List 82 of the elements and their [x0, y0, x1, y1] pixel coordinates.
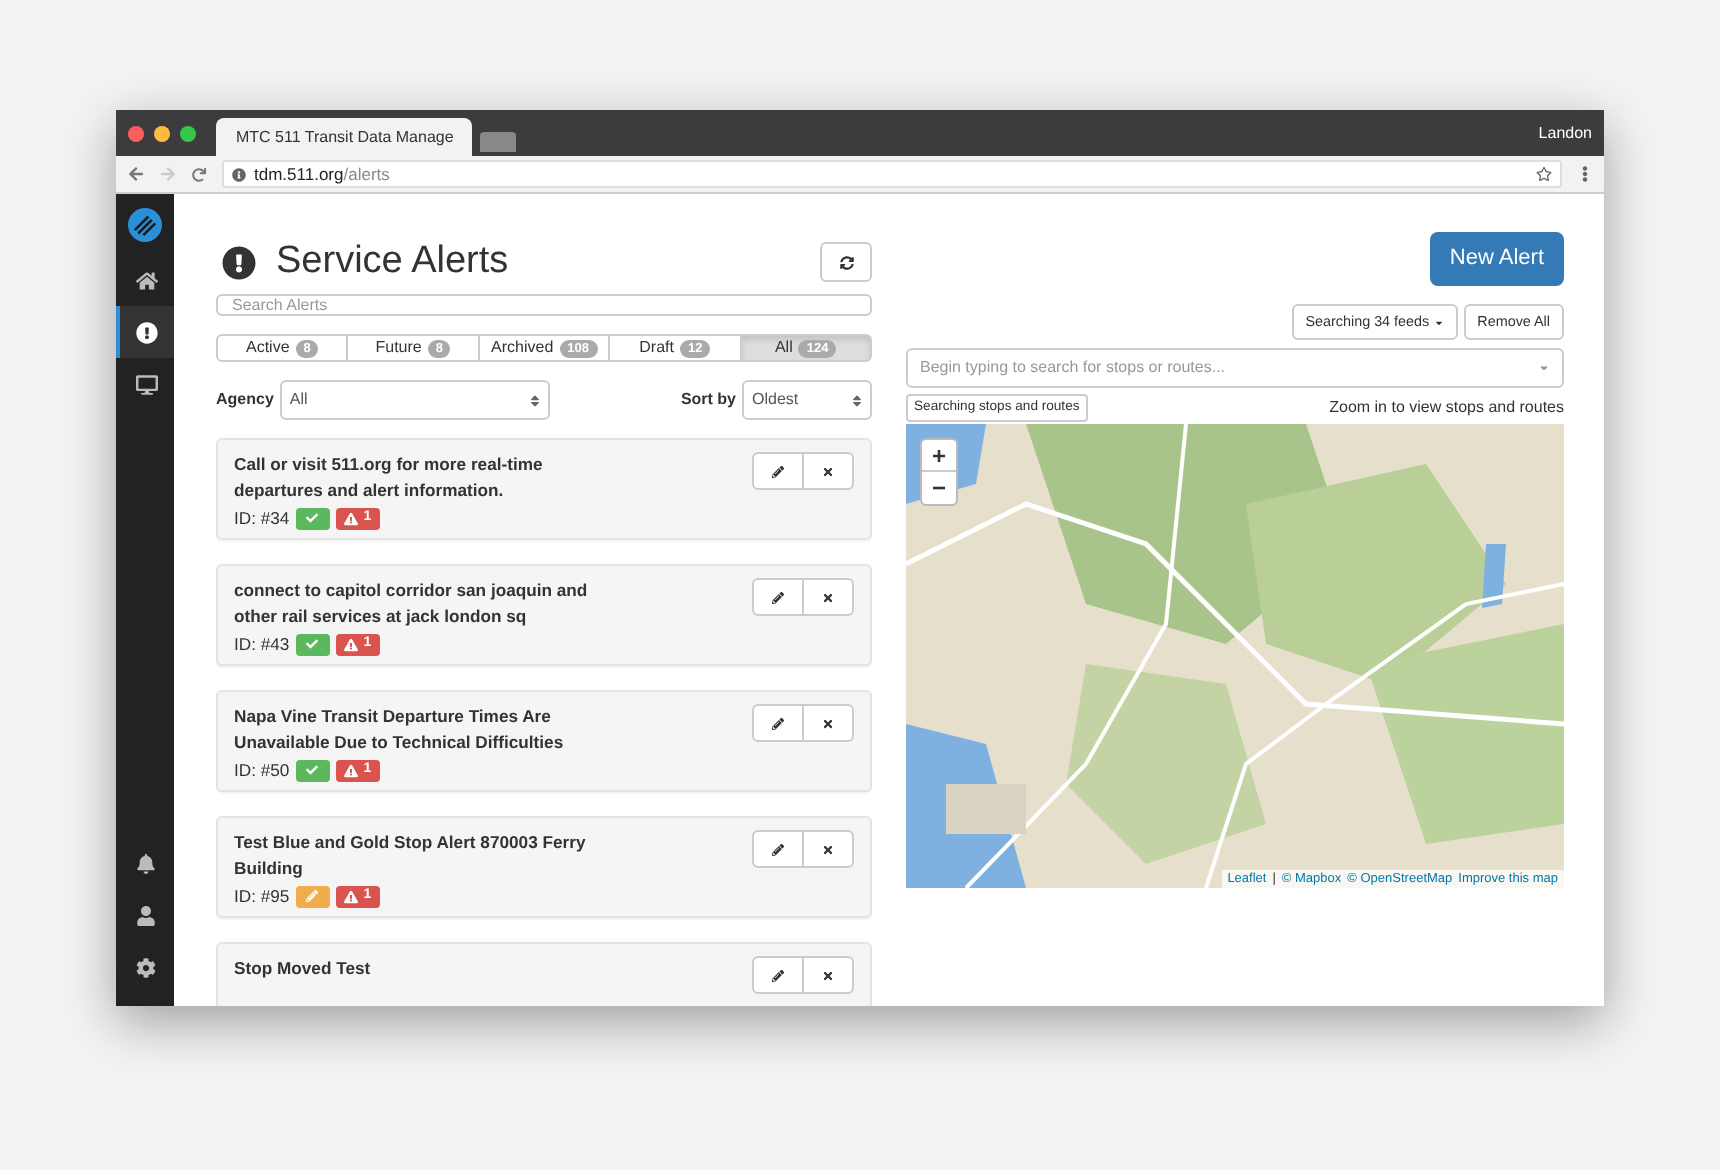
alert-id: ID: #95	[234, 884, 290, 910]
close-icon	[822, 717, 834, 729]
user-icon	[135, 906, 155, 926]
select-value: All	[289, 388, 308, 412]
new-alert-button[interactable]: New Alert	[1429, 232, 1564, 286]
tab-label: Future	[375, 336, 422, 360]
pencil-icon	[772, 843, 784, 855]
zoom-hint: Zoom in to view stops and routes	[1329, 395, 1564, 419]
alert-card[interactable]: Stop Moved Test	[216, 942, 872, 1006]
pencil-icon	[772, 591, 784, 603]
warning-icon	[343, 889, 358, 904]
refresh-icon	[839, 255, 853, 269]
edit-button[interactable]	[752, 578, 804, 616]
pencil-icon	[772, 465, 784, 477]
alert-title: connect to capitol corridor san joaquin and other rail services at jack london sq	[234, 578, 590, 630]
tab-title: MTC 511 Transit Data Manage	[236, 125, 454, 149]
check-icon	[306, 638, 319, 651]
alert-icon	[136, 321, 158, 343]
alert-title: Test Blue and Gold Stop Alert 870003 Ferry Building	[234, 830, 588, 882]
pencil-icon	[772, 717, 784, 729]
delete-button[interactable]	[802, 578, 854, 616]
delete-button[interactable]	[802, 704, 854, 742]
url-text: tdm.511.org/alerts	[254, 161, 390, 187]
delete-button[interactable]	[802, 830, 854, 868]
edit-button[interactable]	[752, 956, 804, 994]
address-bar[interactable]: tdm.511.org/alerts	[222, 160, 1562, 188]
monitor-icon	[136, 373, 158, 395]
back-icon[interactable]	[128, 166, 144, 182]
refresh-button[interactable]	[820, 242, 872, 282]
search-field[interactable]: Search Alerts	[216, 294, 872, 316]
alert-id: ID: #34	[234, 506, 290, 532]
delete-button[interactable]	[802, 452, 854, 490]
delete-button[interactable]	[802, 956, 854, 994]
select-value: Oldest	[752, 388, 799, 412]
alert-id: ID: #43	[234, 632, 290, 658]
bell-icon	[135, 854, 155, 874]
alert-icon	[222, 245, 256, 279]
warning-icon	[343, 511, 358, 526]
pencil-icon	[772, 969, 784, 981]
star-icon[interactable]	[1536, 166, 1552, 182]
tab-label: All	[774, 336, 793, 360]
sort-label: Sort by	[680, 388, 736, 412]
alert-title: Stop Moved Test	[234, 956, 373, 982]
close-icon	[822, 465, 834, 477]
tab-label: Archived	[491, 336, 554, 360]
browser-tab[interactable]: MTC 511 Transit Data Manage	[216, 118, 472, 156]
settings-icon	[135, 958, 155, 978]
check-icon	[306, 512, 319, 525]
edit-button[interactable]	[752, 704, 804, 742]
zoom-out-button[interactable]: −	[922, 472, 956, 504]
select-arrows-icon	[529, 393, 540, 407]
agency-label: Agency	[216, 388, 274, 412]
select-arrows-icon	[852, 393, 862, 407]
stop-search-field[interactable]: Begin typing to search for stops or routes...	[906, 348, 1564, 388]
info-icon	[232, 167, 246, 181]
tab-label: Draft	[639, 336, 674, 360]
logo-icon	[128, 207, 162, 241]
check-icon	[306, 764, 319, 777]
caret-icon	[1538, 362, 1550, 374]
sidebar-item[interactable]	[116, 306, 174, 358]
close-icon	[822, 969, 834, 981]
agency-select[interactable]: All	[279, 380, 550, 420]
menu-icon[interactable]	[1578, 166, 1592, 182]
sort-select[interactable]: Oldest	[742, 380, 872, 420]
page-title: Service Alerts	[276, 237, 509, 286]
alert-id: ID: #50	[234, 758, 290, 784]
pencil-icon	[306, 890, 319, 903]
caret-icon	[1433, 317, 1444, 327]
close-icon	[822, 843, 834, 855]
tab-label: Active	[245, 336, 290, 360]
profile-name[interactable]: Landon	[1538, 121, 1592, 145]
reload-icon[interactable]	[192, 167, 206, 181]
edit-button[interactable]	[752, 830, 804, 868]
warning-icon	[343, 637, 358, 652]
close-icon	[822, 591, 834, 603]
alert-title: Napa Vine Transit Departure Times Are Unavailable Due to Technical Difficulties	[234, 704, 566, 756]
edit-button[interactable]	[752, 452, 804, 490]
alert-title: Call or visit 511.org for more real-time departures and alert information.	[234, 452, 545, 504]
home-icon	[136, 269, 158, 291]
stop-search-input[interactable]: Begin typing to search for stops or routes...	[920, 356, 1538, 380]
zoom-in-button[interactable]: +	[922, 440, 956, 472]
warning-icon	[343, 763, 358, 778]
